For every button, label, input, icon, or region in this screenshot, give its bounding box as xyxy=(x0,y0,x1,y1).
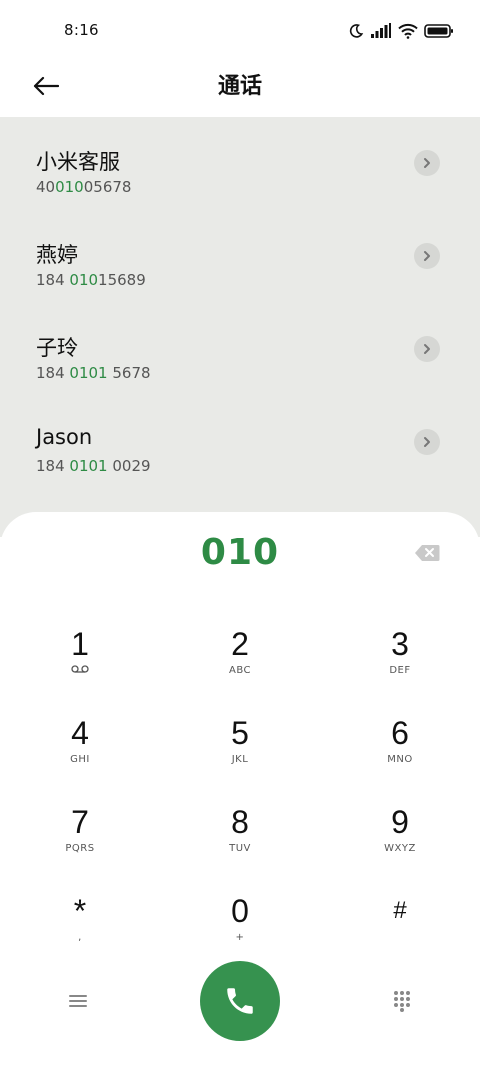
key-7[interactable]: 7 PQRS xyxy=(20,802,140,882)
number-suffix: 5678 xyxy=(107,364,151,382)
menu-button[interactable] xyxy=(62,988,94,1014)
key-letters: PQRS xyxy=(65,843,95,854)
contact-row[interactable]: 燕婷 184 01015689 xyxy=(0,210,480,303)
key-letters: DEF xyxy=(389,665,411,676)
number-prefix: 184 xyxy=(36,364,70,382)
chevron-right-icon xyxy=(424,251,430,261)
contact-name: 小米客服 xyxy=(36,150,120,174)
app-bar: 通话 xyxy=(0,60,480,116)
chevron-right-icon xyxy=(424,437,430,447)
key-digit: 8 xyxy=(231,804,249,840)
key-letters: WXYZ xyxy=(384,843,416,854)
contact-number: 184 0101 0029 xyxy=(36,457,151,475)
number-suffix: 0029 xyxy=(107,457,151,475)
contact-row[interactable]: 小米客服 4001005678 xyxy=(0,117,480,210)
contact-row[interactable]: Jason 184 0101 0029 xyxy=(0,396,480,489)
key-letters: JKL xyxy=(231,754,249,765)
key-letters: + xyxy=(235,932,245,943)
battery-icon xyxy=(424,23,454,39)
contact-number: 184 0101 5678 xyxy=(36,364,151,382)
contact-name: 燕婷 xyxy=(36,243,78,267)
key-digit: 2 xyxy=(231,626,249,662)
key-letters: ABC xyxy=(228,665,251,676)
contact-detail-button[interactable] xyxy=(414,150,440,176)
number-match: 010 xyxy=(69,271,99,289)
status-icons xyxy=(348,21,454,41)
key-digit: 0 xyxy=(231,893,249,929)
dialed-number[interactable]: 010 xyxy=(0,532,480,573)
key-0[interactable]: 0 + xyxy=(180,891,300,971)
status-bar: 8:16 xyxy=(0,0,480,60)
moon-icon xyxy=(348,23,364,39)
number-match: 0101 xyxy=(69,364,108,382)
menu-icon xyxy=(69,995,87,1007)
key-letters: MNO xyxy=(387,754,413,765)
key-letters: GHI xyxy=(70,754,90,765)
dialpad-icon xyxy=(394,991,410,1012)
number-suffix: 15689 xyxy=(98,271,146,289)
chevron-right-icon xyxy=(424,158,430,168)
key-digit: 1 xyxy=(71,626,89,662)
contact-name: 子玲 xyxy=(36,336,78,360)
number-prefix: 184 xyxy=(36,271,70,289)
page-title: 通话 xyxy=(217,74,262,99)
contact-detail-button[interactable] xyxy=(414,429,440,455)
number-prefix: 40 xyxy=(36,178,56,196)
dialpad-sheet: 010 1 2 ABC 3 DEF 4 GHI 5 JKL 6 MNO 7 PQ… xyxy=(0,512,480,1066)
key-1[interactable]: 1 xyxy=(20,624,140,704)
contact-detail-button[interactable] xyxy=(414,336,440,362)
contact-name: Jason xyxy=(36,425,93,449)
key-4[interactable]: 4 GHI xyxy=(20,713,140,793)
contact-suggestions: 小米客服 4001005678 燕婷 184 01015689 子玲 184 0… xyxy=(0,117,480,537)
number-suffix: 05678 xyxy=(83,178,132,196)
key-star[interactable]: * , xyxy=(20,891,140,971)
contact-row[interactable]: 子玲 184 0101 5678 xyxy=(0,303,480,396)
key-letters xyxy=(340,931,460,945)
key-8[interactable]: 8 TUV xyxy=(180,802,300,882)
key-letters: , xyxy=(78,932,82,943)
key-6[interactable]: 6 MNO xyxy=(340,713,460,793)
backspace-button[interactable] xyxy=(412,542,442,564)
key-digit: 9 xyxy=(391,804,409,840)
contact-detail-button[interactable] xyxy=(414,243,440,269)
key-5[interactable]: 5 JKL xyxy=(180,713,300,793)
key-9[interactable]: 9 WXYZ xyxy=(340,802,460,882)
contact-number: 184 01015689 xyxy=(36,271,146,289)
key-2[interactable]: 2 ABC xyxy=(180,624,300,704)
key-digit: # xyxy=(393,897,407,924)
number-match: 010 xyxy=(55,178,84,196)
key-3[interactable]: 3 DEF xyxy=(340,624,460,704)
voicemail-icon xyxy=(20,664,140,678)
key-digit: 3 xyxy=(391,626,409,662)
key-digit: 5 xyxy=(231,715,249,751)
key-digit: 7 xyxy=(71,804,89,840)
key-digit: 4 xyxy=(71,715,89,751)
key-hash[interactable]: # xyxy=(340,891,460,971)
chevron-right-icon xyxy=(424,344,430,354)
backspace-icon xyxy=(415,545,440,561)
key-letters: TUV xyxy=(229,843,251,854)
call-button[interactable] xyxy=(200,961,280,1041)
dialpad-toggle-button[interactable] xyxy=(386,988,418,1014)
signal-icon xyxy=(370,23,392,39)
contact-number: 4001005678 xyxy=(36,178,131,196)
phone-icon xyxy=(227,988,253,1014)
wifi-icon xyxy=(398,23,418,39)
number-prefix: 184 xyxy=(36,457,70,475)
status-time: 8:16 xyxy=(64,21,99,39)
number-match: 0101 xyxy=(69,457,108,475)
key-digit: * xyxy=(73,893,87,929)
key-digit: 6 xyxy=(391,715,409,751)
